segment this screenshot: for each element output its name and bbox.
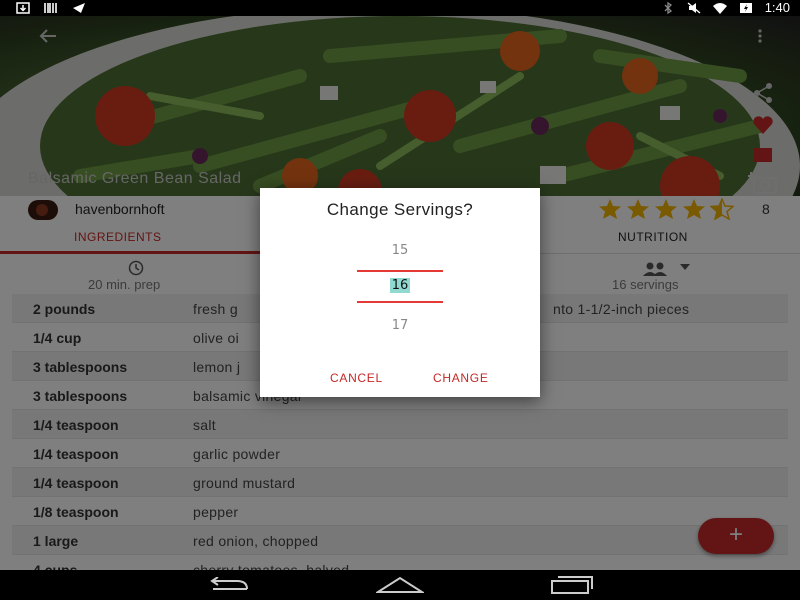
change-servings-dialog: Change Servings? 15 16 17 CANCEL CHANGE <box>260 188 540 397</box>
barcode-icon <box>44 3 57 13</box>
mute-icon <box>687 2 701 14</box>
picker-divider-bottom <box>357 301 443 303</box>
battery-icon <box>739 3 752 13</box>
nav-home-icon[interactable] <box>376 576 424 594</box>
system-nav-bar <box>0 570 800 600</box>
bluetooth-icon <box>664 2 672 14</box>
cancel-button[interactable]: CANCEL <box>330 371 383 385</box>
picker-next-value[interactable]: 17 <box>260 318 540 333</box>
picker-divider-top <box>357 270 443 272</box>
dialog-title: Change Servings? <box>326 200 474 219</box>
status-bar: 1:40 <box>0 0 800 16</box>
nav-back-icon[interactable] <box>207 577 251 593</box>
download-icon <box>16 2 30 14</box>
picker-current-value[interactable]: 16 <box>260 278 540 293</box>
clock-time: 1:40 <box>764 0 790 15</box>
wifi-icon <box>712 3 727 14</box>
change-button[interactable]: CHANGE <box>433 371 489 385</box>
send-icon <box>73 3 85 13</box>
picker-current-text[interactable]: 16 <box>389 278 411 293</box>
picker-previous-value[interactable]: 15 <box>260 243 540 258</box>
nav-recents-icon[interactable] <box>550 575 594 595</box>
